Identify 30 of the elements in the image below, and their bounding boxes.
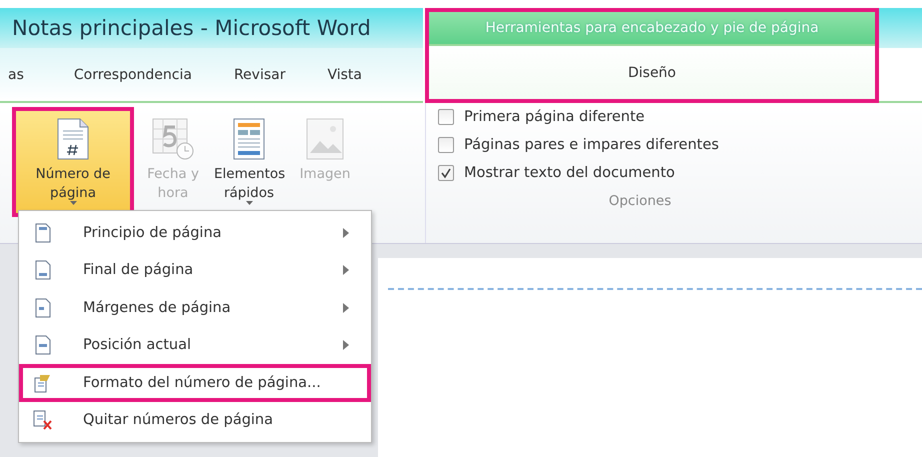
menu-item[interactable]: Márgenes de página bbox=[19, 289, 371, 326]
contextual-group-title: Herramientas para encabezado y pie de página bbox=[485, 20, 819, 36]
checkbox[interactable] bbox=[438, 137, 454, 153]
title-bar-background bbox=[879, 8, 922, 48]
group-label: Opciones bbox=[608, 193, 672, 209]
checkbox-option[interactable]: Primera página diferente bbox=[438, 109, 922, 125]
menu-item[interactable]: Principio de página bbox=[19, 214, 371, 252]
checkbox-option[interactable]: Páginas pares e impares diferentes bbox=[438, 137, 922, 153]
button-label: Número de página bbox=[34, 165, 112, 203]
button-label: Elementos rápidos bbox=[214, 165, 284, 203]
ribbon-tab[interactable]: Diseño bbox=[429, 46, 875, 99]
page-number-icon bbox=[56, 117, 90, 161]
checkbox-option[interactable]: Mostrar texto del documento bbox=[438, 165, 922, 181]
ribbon-button[interactable]: Número de página bbox=[12, 107, 134, 217]
ribbon-tab[interactable]: Revisar bbox=[234, 66, 286, 82]
menu-item[interactable]: Formato del número de página... bbox=[19, 364, 371, 402]
checkbox[interactable] bbox=[438, 109, 454, 125]
window-title: Notas principales - Microsoft Word bbox=[12, 16, 371, 40]
picture-icon bbox=[305, 117, 345, 161]
menu-item[interactable]: Posición actual bbox=[19, 326, 371, 364]
ribbon-tab[interactable]: Correspondencia bbox=[74, 66, 192, 82]
button-label: Imagen bbox=[298, 165, 352, 184]
checkbox[interactable] bbox=[438, 165, 454, 181]
button-label: Fecha y hora bbox=[146, 165, 200, 203]
calendar-clock-icon bbox=[151, 117, 195, 161]
ribbon-tab[interactable]: as bbox=[8, 66, 24, 82]
menu-item[interactable]: Final de página bbox=[19, 252, 371, 289]
quick-parts-icon bbox=[232, 117, 266, 161]
menu-item[interactable]: Quitar números de página bbox=[19, 402, 371, 439]
ribbon-tab[interactable]: Vista bbox=[327, 66, 362, 82]
